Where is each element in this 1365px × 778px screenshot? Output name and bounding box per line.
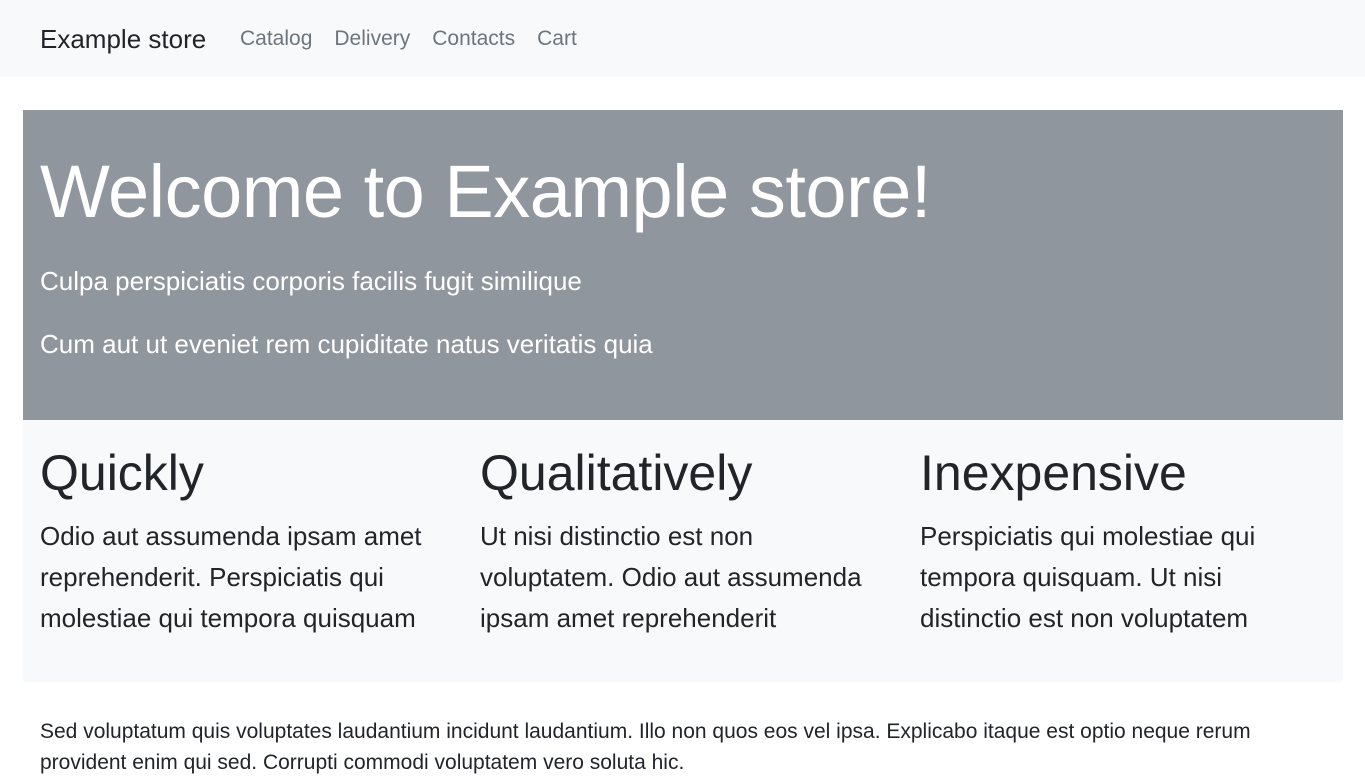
feature-qualitatively: Qualitatively Ut nisi distinctio est non… — [480, 442, 890, 639]
footer-paragraph: Sed voluptatum quis voluptates laudantiu… — [40, 720, 1251, 774]
nav-link-delivery[interactable]: Delivery — [334, 24, 410, 54]
hero-subtitle-2: Cum aut ut eveniet rem cupiditate natus … — [40, 329, 653, 359]
feature-text: Perspiciatis qui molestiae qui tempora q… — [920, 521, 1256, 633]
feature-inexpensive: Inexpensive Perspiciatis qui molestiae q… — [920, 442, 1330, 639]
hero-title: Welcome to Example store! — [40, 150, 931, 233]
nav-link-contacts[interactable]: Contacts — [432, 24, 515, 54]
feature-title: Qualitatively — [480, 445, 753, 501]
feature-text: Odio aut assumenda ipsam amet reprehende… — [40, 521, 422, 633]
nav-link-catalog[interactable]: Catalog — [240, 24, 312, 54]
features-section: Quickly Odio aut assumenda ipsam amet re… — [23, 420, 1343, 682]
feature-quickly: Quickly Odio aut assumenda ipsam amet re… — [40, 442, 450, 639]
brand-link[interactable]: Example store — [40, 22, 206, 56]
hero-subtitle-1: Culpa perspiciatis corporis facilis fugi… — [40, 266, 582, 296]
feature-title: Quickly — [40, 445, 204, 501]
nav-link-cart[interactable]: Cart — [537, 24, 577, 54]
feature-text: Ut nisi distinctio est non voluptatem. O… — [480, 521, 862, 633]
navbar: Example store Catalog Delivery Contacts … — [0, 0, 1365, 77]
hero-banner: Welcome to Example store! Culpa perspici… — [23, 110, 1343, 420]
feature-title: Inexpensive — [920, 445, 1187, 501]
nav-links: Catalog Delivery Contacts Cart — [240, 24, 577, 54]
